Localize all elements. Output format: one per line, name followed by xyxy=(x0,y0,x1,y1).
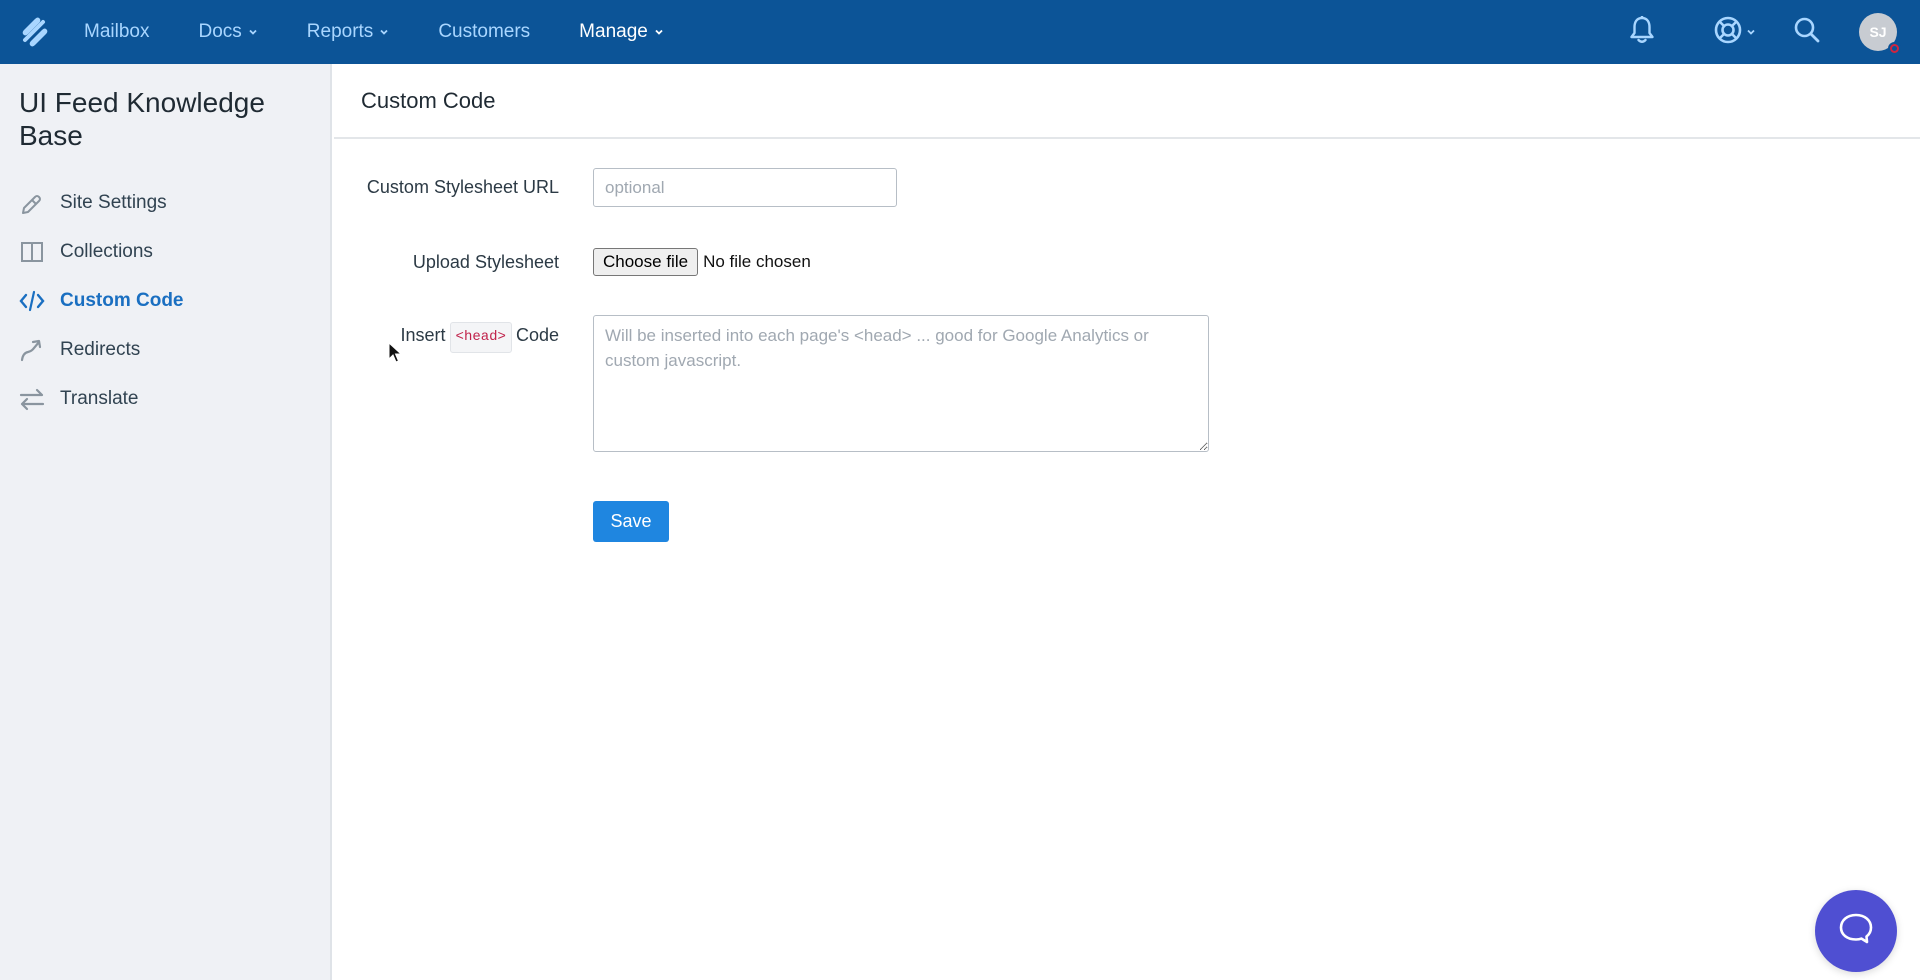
nav-manage-label: Manage xyxy=(579,21,648,42)
nav-mailbox[interactable]: Mailbox xyxy=(84,21,149,43)
nav-reports[interactable]: Reports xyxy=(307,21,390,43)
head-code-field-wrap xyxy=(593,315,1209,457)
sidebar-item-translate[interactable]: Translate xyxy=(19,374,184,423)
sidebar: UI Feed Knowledge Base Site Settings Col… xyxy=(0,64,332,980)
head-code-textarea[interactable] xyxy=(593,315,1209,452)
stylesheet-url-input[interactable] xyxy=(593,168,897,207)
sidebar-item-label: Custom Code xyxy=(60,289,184,311)
file-status: No file chosen xyxy=(703,252,811,271)
sidebar-item-collections[interactable]: Collections xyxy=(19,227,184,276)
chevron-down-icon xyxy=(654,27,664,37)
helpscout-logo-icon[interactable] xyxy=(18,15,52,49)
sidebar-item-custom-code[interactable]: Custom Code xyxy=(19,276,184,325)
sidebar-item-label: Translate xyxy=(60,387,139,409)
sidebar-item-label: Redirects xyxy=(60,338,141,360)
nav-docs-label: Docs xyxy=(198,21,242,42)
search-button[interactable] xyxy=(1793,16,1821,49)
head-tag-code: <head> xyxy=(449,322,512,353)
sidebar-item-label: Collections xyxy=(60,240,153,262)
sidebar-item-label: Site Settings xyxy=(60,191,167,213)
notifications-button[interactable] xyxy=(1628,15,1656,50)
top-navigation-bar: Mailbox Docs Reports Customers Manage SJ xyxy=(0,0,1920,64)
help-menu-button[interactable] xyxy=(1713,15,1756,50)
stylesheet-url-label: Custom Stylesheet URL xyxy=(366,177,559,197)
head-code-label-suffix: Code xyxy=(515,325,559,345)
swap-arrows-icon xyxy=(19,386,45,412)
nav-mailbox-label: Mailbox xyxy=(84,21,150,42)
head-code-label-prefix: Insert xyxy=(400,325,446,345)
mouse-cursor-icon xyxy=(388,341,403,369)
head-code-row: Insert <head> Code xyxy=(334,322,559,353)
upload-field-wrap: Choose file No file chosen xyxy=(593,248,811,276)
sidebar-item-redirects[interactable]: Redirects xyxy=(19,325,184,374)
upload-stylesheet-label: Upload Stylesheet xyxy=(412,252,559,272)
user-avatar[interactable]: SJ xyxy=(1859,13,1901,55)
chevron-down-icon xyxy=(248,27,258,37)
avatar-initials: SJ xyxy=(1869,24,1887,40)
help-lifebuoy-icon xyxy=(1713,15,1743,50)
upload-stylesheet-row: Upload Stylesheet xyxy=(334,248,559,276)
nav-manage[interactable]: Manage xyxy=(579,21,664,43)
status-badge xyxy=(1888,42,1901,55)
choose-file-button[interactable]: Choose file xyxy=(593,248,699,276)
nav-customers-label: Customers xyxy=(438,21,531,42)
pencil-icon xyxy=(19,190,45,216)
main-content: Custom Code Custom Stylesheet URL Upload… xyxy=(334,64,1920,980)
page-header: Custom Code xyxy=(334,64,1920,139)
nav-customers[interactable]: Customers xyxy=(438,21,530,43)
bell-icon xyxy=(1628,15,1656,50)
chevron-down-icon xyxy=(379,27,389,37)
code-icon xyxy=(19,288,45,314)
top-right-actions: SJ xyxy=(1628,0,1920,64)
nav-docs[interactable]: Docs xyxy=(198,21,257,43)
knowledge-base-title: UI Feed Knowledge Base xyxy=(19,87,265,151)
sidebar-menu: Site Settings Collections Custom Code Re… xyxy=(19,178,184,423)
chat-beacon-button[interactable] xyxy=(1815,890,1897,972)
stylesheet-url-row: Custom Stylesheet URL xyxy=(334,168,559,207)
nav-reports-label: Reports xyxy=(306,21,374,42)
stylesheet-url-field-wrap xyxy=(593,168,897,207)
head-code-label: Insert <head> Code xyxy=(334,322,559,353)
sidebar-item-site-settings[interactable]: Site Settings xyxy=(19,178,184,227)
chat-bubble-icon xyxy=(1837,911,1875,952)
redirect-arrow-icon xyxy=(19,337,45,363)
chevron-down-icon xyxy=(1746,27,1756,37)
page-title: Custom Code xyxy=(361,87,496,113)
save-wrap: Save xyxy=(593,501,669,542)
book-icon xyxy=(19,239,45,265)
search-icon xyxy=(1793,16,1821,49)
save-button[interactable]: Save xyxy=(593,501,669,542)
